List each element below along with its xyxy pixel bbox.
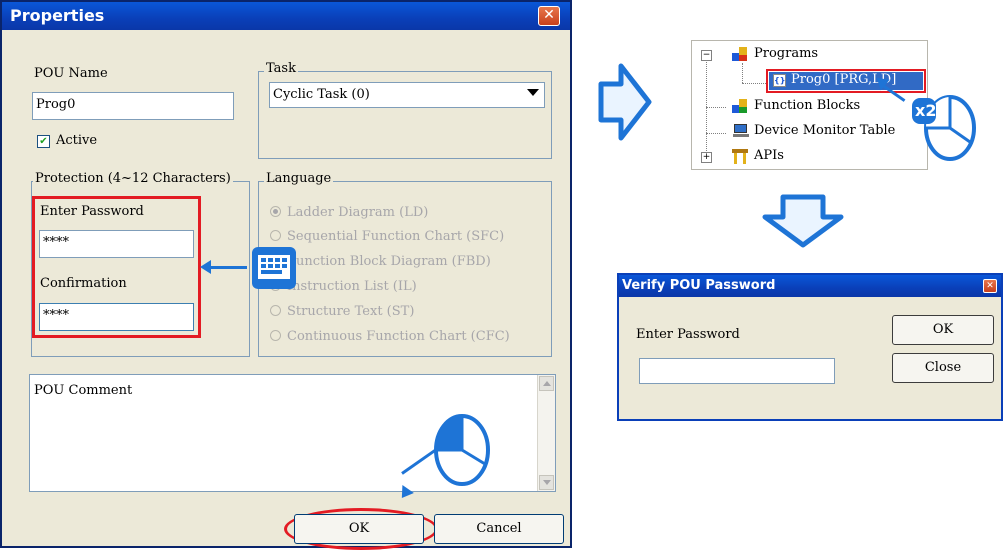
active-label: Active [56, 133, 98, 148]
task-legend: Task [264, 61, 298, 76]
pou-name-label: POU Name [34, 66, 108, 81]
close-icon[interactable]: ✕ [538, 6, 560, 26]
radio-icon [270, 305, 281, 316]
comment-scrollbar[interactable] [537, 375, 555, 491]
properties-titlebar[interactable]: Properties ✕ [2, 2, 570, 30]
flow-arrow-line [207, 266, 247, 269]
tree-line [706, 59, 707, 159]
properties-dialog: Properties ✕ POU Name Prog0 ✔ Active Tas… [0, 0, 572, 550]
protection-legend: Protection (4~12 Characters) [33, 171, 233, 186]
language-option-label: Continuous Function Chart (CFC) [287, 329, 510, 344]
function-blocks-icon [732, 99, 748, 114]
checkbox-checked-icon[interactable]: ✔ [37, 135, 50, 148]
tree-item-device-monitor-table[interactable]: Device Monitor Table [754, 123, 895, 138]
language-option-label: Function Block Diagram (FBD) [287, 254, 491, 269]
expand-icon[interactable]: + [701, 152, 712, 163]
confirmation-input[interactable]: **** [39, 303, 194, 331]
language-radio-sfc[interactable]: Sequential Function Chart (SFC) [270, 229, 504, 244]
scroll-up-icon[interactable] [539, 376, 554, 391]
cancel-button[interactable]: Cancel [434, 514, 564, 544]
language-radio-cfc[interactable]: Continuous Function Chart (CFC) [270, 329, 510, 344]
ok-button[interactable]: OK [294, 514, 424, 544]
scroll-down-icon[interactable] [539, 475, 554, 490]
tree-line [742, 63, 743, 83]
radio-icon [270, 330, 281, 341]
tree-line [706, 133, 726, 134]
properties-title: Properties [10, 6, 105, 25]
language-radio-ld[interactable]: Ladder Diagram (LD) [270, 205, 428, 220]
verify-close-button[interactable]: Close [892, 353, 994, 383]
pou-name-input[interactable]: Prog0 [32, 92, 234, 120]
verify-enter-password-label: Enter Password [636, 327, 740, 342]
verify-titlebar[interactable]: Verify POU Password ✕ [619, 275, 1001, 297]
program-icon: {} [773, 74, 786, 87]
verify-password-input[interactable] [639, 358, 835, 384]
mouse-icon [431, 412, 493, 488]
tree-item-apis[interactable]: APIs [754, 148, 784, 163]
task-select-value: Cyclic Task (0) [273, 87, 370, 102]
enter-password-label: Enter Password [40, 204, 144, 219]
language-legend: Language [264, 171, 334, 186]
double-click-badge: x2 [915, 101, 937, 120]
keyboard-icon [250, 241, 300, 293]
tree-line [742, 83, 766, 84]
language-radio-st[interactable]: Structure Text (ST) [270, 304, 414, 319]
confirmation-label: Confirmation [40, 276, 127, 291]
language-radio-fbd[interactable]: Function Block Diagram (FBD) [270, 254, 491, 269]
tree-item-programs[interactable]: Programs [754, 46, 818, 61]
program-folder-icon [732, 47, 748, 62]
dropdown-arrow-icon[interactable] [527, 89, 539, 96]
verify-password-dialog: Verify POU Password ✕ Enter Password OK … [617, 273, 1003, 421]
flow-arrow-left-icon [200, 260, 211, 274]
language-option-label: Ladder Diagram (LD) [287, 205, 429, 220]
language-option-label: Instruction List (IL) [287, 279, 417, 294]
language-option-label: Structure Text (ST) [287, 304, 415, 319]
enter-password-input[interactable]: **** [39, 230, 194, 258]
project-tree: − Programs {} Prog0 [PRG,LD] Function Bl… [691, 40, 928, 170]
radio-selected-icon [270, 206, 281, 217]
verify-ok-button[interactable]: OK [892, 315, 994, 345]
verify-title: Verify POU Password [622, 278, 776, 293]
tree-item-function-blocks[interactable]: Function Blocks [754, 98, 860, 113]
tree-line [706, 107, 726, 108]
comment-text: POU Comment [34, 383, 133, 398]
close-icon[interactable]: ✕ [983, 279, 997, 293]
flow-arrow-down-icon [761, 193, 845, 249]
tree-item-prog0[interactable]: {} Prog0 [PRG,LD] [769, 72, 923, 90]
apis-icon [732, 149, 748, 164]
task-select[interactable]: Cyclic Task (0) [269, 82, 545, 108]
language-option-label: Sequential Function Chart (SFC) [287, 229, 505, 244]
radio-icon [270, 230, 281, 241]
flow-arrow-right-icon [597, 62, 653, 142]
collapse-icon[interactable]: − [701, 50, 712, 61]
device-monitor-icon [733, 124, 749, 138]
